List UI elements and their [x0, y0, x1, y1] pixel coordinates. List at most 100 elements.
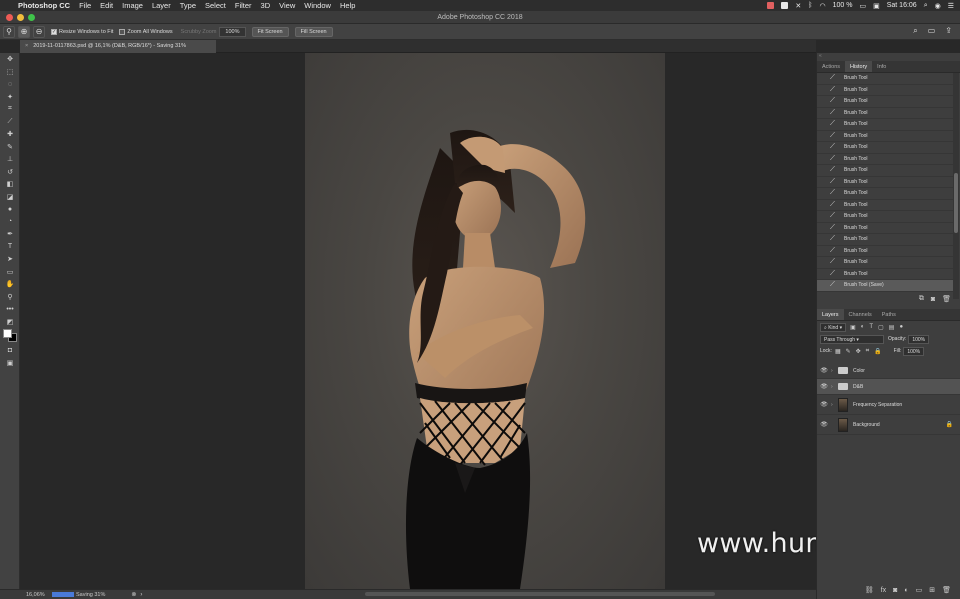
history-item[interactable]: ⟋ Brush Tool — [817, 131, 953, 142]
menu-image[interactable]: Image — [122, 1, 143, 10]
status-menu-chevron-icon[interactable]: › — [140, 592, 142, 598]
history-item[interactable]: ⟋ Brush Tool — [817, 177, 953, 188]
shape-filter-icon[interactable]: ▢ — [878, 324, 884, 331]
zoom-window-button[interactable] — [28, 14, 35, 21]
tab-paths[interactable]: Paths — [877, 309, 901, 320]
chevron-right-icon[interactable]: › — [831, 384, 838, 390]
lasso-tool-icon[interactable]: ◌ — [0, 78, 20, 91]
app-menu[interactable]: Photoshop CC — [18, 1, 70, 10]
close-tab-icon[interactable]: × — [25, 43, 28, 49]
tab-layers[interactable]: Layers — [817, 309, 844, 320]
wifi-icon[interactable]: ◠ — [820, 2, 826, 10]
type-tool-icon[interactable]: T — [0, 241, 20, 254]
layer-row-background[interactable]: 👁 Background 🔒 — [817, 415, 960, 435]
smart-object-filter-icon[interactable]: ▤ — [889, 324, 895, 331]
history-scrollbar[interactable] — [953, 73, 959, 299]
layer-name[interactable]: D&B — [853, 384, 863, 390]
layer-name[interactable]: Background — [853, 422, 880, 428]
menu-3d[interactable]: 3D — [261, 1, 271, 10]
history-item[interactable]: ⟋ Brush Tool — [817, 246, 953, 257]
history-item[interactable]: ⟋ Brush Tool — [817, 154, 953, 165]
fill-input[interactable]: 100% — [903, 346, 925, 356]
history-item[interactable]: ⟋ Brush Tool — [817, 142, 953, 154]
tab-history[interactable]: History — [845, 61, 873, 72]
bluetooth-icon[interactable]: ᛒ — [808, 2, 812, 9]
menu-select[interactable]: Select — [205, 1, 226, 10]
layer-style-fx-icon[interactable]: fx — [881, 587, 886, 594]
menu-window[interactable]: Window — [304, 1, 331, 10]
menu-file[interactable]: File — [79, 1, 91, 10]
history-item[interactable]: ⟋ Brush Tool (Save) — [817, 280, 953, 292]
fill-screen-button[interactable]: Fill Screen — [294, 26, 333, 37]
opacity-input[interactable]: 100% — [908, 334, 930, 344]
horizontal-scrollbar[interactable] — [365, 592, 715, 596]
zoom-tool-preset[interactable]: ⚲ — [3, 25, 15, 38]
resize-windows-checkbox[interactable]: ✓ Resize Windows to Fit — [51, 28, 113, 35]
history-item[interactable]: ⟋ Brush Tool — [817, 257, 953, 269]
panel-collapse-handle[interactable]: « — [817, 53, 960, 61]
fit-screen-button[interactable]: Fit Screen — [251, 26, 289, 37]
siri-icon[interactable]: ◉ — [935, 2, 941, 10]
shape-tool-icon[interactable]: ▭ — [0, 266, 20, 279]
quick-mask-icon[interactable]: ◘ — [0, 344, 20, 357]
battery-level[interactable]: 100 % — [833, 2, 853, 9]
marquee-tool-icon[interactable]: ⬚ — [0, 66, 20, 79]
layer-row-frequency-separation[interactable]: 👁 › Frequency Separation — [817, 395, 960, 415]
clone-stamp-icon[interactable]: ⊥ — [0, 153, 20, 166]
lock-position-icon[interactable]: ✥ — [856, 348, 861, 355]
layer-row-db[interactable]: 👁 › D&B — [817, 379, 960, 395]
layer-name[interactable]: Color — [853, 368, 865, 374]
paint-bucket-icon[interactable]: ◪ — [0, 191, 20, 204]
filter-toggle-icon[interactable]: ● — [899, 324, 903, 331]
path-select-icon[interactable]: ➤ — [0, 253, 20, 266]
history-item[interactable]: ⟋ Brush Tool — [817, 73, 953, 85]
airplay-icon[interactable]: ▣ — [873, 2, 880, 10]
screen-mode-icon[interactable]: ▣ — [0, 357, 20, 370]
pixel-filter-icon[interactable]: ▣ — [850, 324, 856, 331]
close-window-button[interactable] — [6, 14, 13, 21]
history-item[interactable]: ⟋ Brush Tool — [817, 85, 953, 96]
status-app-icon[interactable] — [767, 2, 775, 9]
type-filter-icon[interactable]: T — [869, 324, 873, 331]
lock-icon[interactable]: 🔒 — [946, 421, 953, 428]
eraser-tool-icon[interactable]: ◧ — [0, 178, 20, 191]
menu-type[interactable]: Type — [180, 1, 196, 10]
scrollbar-thumb[interactable] — [954, 173, 958, 233]
tab-actions[interactable]: Actions — [817, 61, 845, 72]
history-item[interactable]: ⟋ Brush Tool — [817, 200, 953, 211]
workspace-icon[interactable]: ▭ — [928, 26, 936, 36]
lock-all-icon[interactable]: 🔒 — [874, 348, 881, 355]
canvas-area[interactable] — [20, 53, 816, 589]
move-tool-icon[interactable]: ✥ — [0, 53, 20, 66]
share-icon[interactable]: ⇪ — [945, 26, 952, 36]
blend-mode-dropdown[interactable]: Pass Through ▾ — [820, 334, 884, 344]
lock-artboard-icon[interactable]: ⌗ — [866, 348, 869, 355]
hand-tool-icon[interactable]: ✋ — [0, 278, 20, 291]
healing-brush-icon[interactable]: ✚ — [0, 128, 20, 141]
cancel-save-icon[interactable]: ⊗ — [131, 591, 136, 598]
magic-wand-icon[interactable]: ✦ — [0, 91, 20, 104]
eyedropper-icon[interactable]: ⟋ — [0, 116, 20, 129]
kind-filter-dropdown[interactable]: ⌕ Kind ▾ — [820, 322, 847, 332]
delete-state-trash-icon[interactable]: 🗑 — [942, 295, 951, 303]
zoom-tool-icon[interactable]: ⚲ — [0, 291, 20, 304]
blur-tool-icon[interactable]: ● — [0, 203, 20, 216]
layer-row-color[interactable]: 👁 › Color — [817, 363, 960, 379]
more-tools-icon[interactable]: ••• — [0, 303, 20, 316]
lock-transparent-icon[interactable]: ▦ — [835, 348, 841, 355]
document-tab[interactable]: × 2019-11-0117863.psd @ 16,1% (D&B, RGB/1… — [20, 40, 216, 53]
history-item[interactable]: ⟋ Brush Tool — [817, 96, 953, 108]
zoom-100-button[interactable]: 100% — [219, 26, 246, 37]
color-swatches[interactable] — [0, 328, 20, 344]
clock[interactable]: Sat 16:06 — [887, 2, 917, 9]
new-group-folder-icon[interactable]: ▭ — [916, 586, 923, 594]
tab-info[interactable]: Info — [872, 61, 891, 72]
link-layers-icon[interactable]: ⛓ — [865, 586, 874, 594]
search-icon[interactable]: ⌕ — [913, 26, 917, 36]
snapshot-camera-icon[interactable]: ◙ — [931, 296, 935, 303]
eye-icon[interactable]: 👁 — [817, 401, 831, 408]
eye-icon[interactable]: 👁 — [817, 421, 831, 428]
dodge-tool-icon[interactable]: ◔ — [0, 216, 20, 229]
dropbox-icon[interactable]: ✕ — [795, 2, 801, 10]
layer-name[interactable]: Frequency Separation — [853, 402, 902, 408]
